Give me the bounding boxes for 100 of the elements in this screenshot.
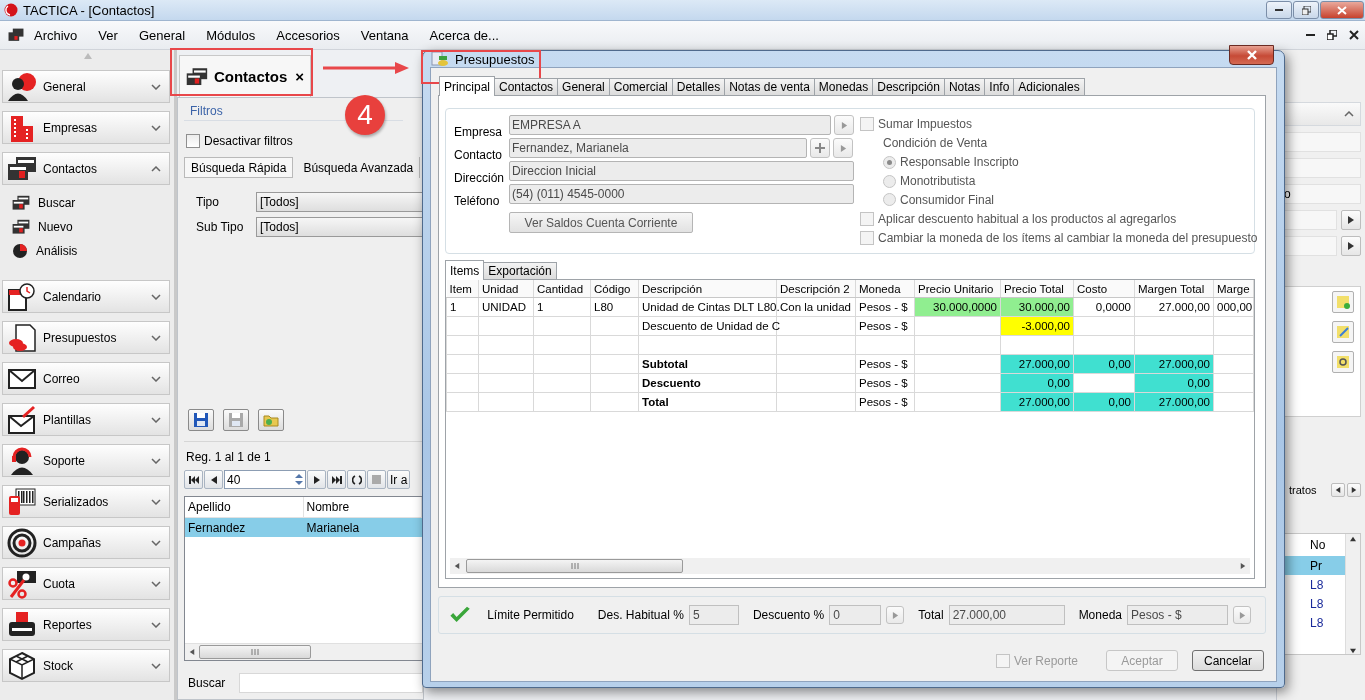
previous-button[interactable] [204, 470, 223, 489]
table-row[interactable]: Pr [1282, 556, 1345, 575]
sidebar-group-button[interactable]: Serializados [2, 485, 170, 518]
column-header[interactable]: Precio Unitario [914, 280, 1001, 298]
close-button[interactable] [1229, 45, 1274, 65]
go-to-button[interactable]: Ir a [387, 470, 411, 489]
checkbox[interactable] [860, 230, 874, 245]
text-field[interactable]: 27.000,00 [948, 605, 1065, 625]
tab[interactable]: Adicionales [1013, 78, 1085, 96]
checkbox[interactable] [860, 211, 874, 226]
tab[interactable]: General [557, 78, 610, 96]
radio-button[interactable] [883, 174, 896, 188]
sidebar-group-button[interactable]: Calendario [2, 280, 170, 313]
tab[interactable]: Detalles [671, 78, 726, 96]
radio-button[interactable] [883, 193, 896, 207]
sidebar-item[interactable]: Buscar [2, 191, 122, 215]
column-header[interactable]: Moneda [855, 280, 915, 298]
refresh-button[interactable] [347, 470, 366, 489]
tab[interactable]: Comercial [608, 78, 673, 96]
tab[interactable]: tratos [1289, 484, 1329, 496]
horizontal-scrollbar[interactable] [185, 643, 422, 660]
horizontal-scrollbar[interactable] [450, 558, 1250, 574]
column-header[interactable]: Código [590, 280, 639, 298]
sidebar-group-button[interactable]: Plantillas [2, 403, 170, 436]
menu-item[interactable]: Archivo [24, 24, 89, 46]
sidebar-group-button[interactable]: Reportes [2, 608, 170, 641]
sidebar-item[interactable]: Nuevo [2, 215, 122, 239]
menu-item[interactable]: Ver [88, 24, 129, 46]
sidebar-group-button[interactable]: Correo [2, 362, 170, 395]
tab[interactable]: Notas de venta [724, 78, 815, 96]
document-tab[interactable]: Contactos × [179, 55, 311, 97]
tab[interactable]: Monedas [813, 78, 874, 96]
column-header[interactable]: Cantidad [533, 280, 591, 298]
dialog-button[interactable]: Cancelar [1192, 650, 1264, 671]
edit-button[interactable] [1332, 321, 1354, 343]
column-header[interactable]: Margen Total [1134, 280, 1214, 298]
text-field[interactable]: 0 [829, 605, 882, 625]
checkbox[interactable] [186, 134, 200, 148]
column-header[interactable]: No [1282, 538, 1345, 556]
tab[interactable]: Exportación [483, 262, 557, 280]
add-button[interactable] [810, 138, 830, 158]
checkbox-label: Cambiar la moneda de los ítems al cambiar la moneda del presupuesto [878, 230, 1258, 245]
first-button[interactable] [184, 470, 203, 489]
save-button[interactable] [223, 409, 249, 431]
last-button[interactable] [327, 470, 346, 489]
column-header[interactable]: Descripción [638, 280, 777, 298]
column-header[interactable]: Marge [1213, 280, 1254, 298]
column-header[interactable]: Descripción 2 [776, 280, 856, 298]
tab[interactable]: Descripción [872, 78, 945, 96]
tab[interactable]: Búsqueda Avanzada [297, 157, 421, 178]
sidebar-group-button[interactable]: General [2, 70, 170, 103]
tab[interactable]: Contactos [494, 78, 559, 96]
text-field[interactable]: 5 [688, 605, 739, 625]
sidebar-group-button[interactable]: Soporte [2, 444, 170, 477]
tab[interactable]: Info [984, 78, 1015, 96]
balance-button[interactable]: Ver Saldos Cuenta Corriente [509, 212, 693, 233]
search-field[interactable] [239, 673, 423, 693]
folder-button[interactable] [258, 409, 284, 431]
scroll-right-button[interactable] [1347, 483, 1361, 497]
arrow-button[interactable] [1341, 210, 1361, 230]
add-button[interactable] [1332, 291, 1354, 313]
table-row[interactable]: L8 [1282, 594, 1345, 613]
arrow-button[interactable] [1341, 236, 1361, 256]
table-row[interactable]: Fernandez Marianela [185, 518, 422, 537]
tab[interactable]: Búsqueda Rápida [184, 157, 294, 178]
sidebar-group-button[interactable]: Campañas [2, 526, 170, 559]
column-header[interactable]: Unidad [478, 280, 534, 298]
tab[interactable]: Principal [439, 76, 496, 96]
tab[interactable]: Notas [943, 78, 986, 96]
menu-item[interactable]: Ventana [350, 24, 420, 46]
dropdown-field[interactable]: [Todos] [256, 192, 423, 212]
menu-item[interactable]: General [128, 24, 197, 46]
next-button[interactable] [307, 470, 326, 489]
table-row[interactable]: L8 [1282, 575, 1345, 594]
search-button[interactable] [1332, 351, 1354, 373]
tab[interactable]: Items [445, 260, 485, 280]
sidebar-group-button[interactable]: Empresas [2, 111, 170, 144]
grip-icon [251, 649, 259, 655]
scroll-left-button[interactable] [1331, 483, 1345, 497]
checkbox[interactable] [860, 117, 874, 132]
sidebar-item[interactable]: Análisis [2, 239, 122, 263]
vertical-scrollbar[interactable] [1345, 534, 1360, 654]
menu-item[interactable]: Módulos [196, 24, 267, 46]
table-row[interactable]: L8 [1282, 613, 1345, 632]
menu-item[interactable]: Acerca de... [419, 24, 510, 46]
column-header[interactable]: Costo [1073, 280, 1135, 298]
save-button[interactable] [188, 409, 214, 431]
text-field[interactable]: Pesos - $ [1127, 605, 1228, 625]
radio-button[interactable] [883, 155, 896, 169]
sidebar-group-button[interactable]: Cuota [2, 567, 170, 600]
sidebar-group-button[interactable]: Contactos [2, 152, 170, 185]
column-header[interactable]: Precio Total [1000, 280, 1074, 298]
dropdown-field[interactable]: [Todos] [256, 217, 423, 237]
sidebar-group-button[interactable]: Stock [2, 649, 170, 682]
column-header[interactable]: Apellido [185, 497, 304, 517]
sidebar-group-button[interactable]: Presupuestos [2, 321, 170, 354]
menu-item[interactable]: Accesorios [266, 24, 351, 46]
column-header[interactable]: Item [446, 280, 479, 298]
minimize-button[interactable] [1266, 1, 1292, 19]
page-size-field[interactable]: 40 [224, 470, 306, 489]
